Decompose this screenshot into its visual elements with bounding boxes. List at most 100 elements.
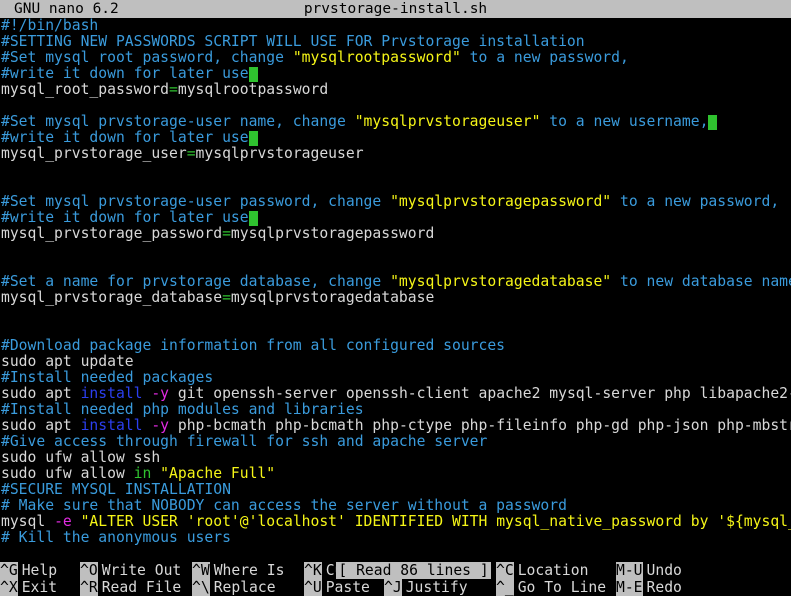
shortcut-help[interactable]: ^G Help bbox=[0, 562, 80, 579]
editor-line[interactable] bbox=[0, 306, 791, 322]
editor-line[interactable]: #SECURE MYSQL INSTALLATION bbox=[0, 482, 791, 498]
code-segment: #Install needed packages bbox=[1, 370, 214, 386]
shortcut-key: ^X bbox=[0, 579, 18, 596]
code-segment: #Install needed php modules and librarie… bbox=[1, 402, 364, 418]
text-cursor bbox=[248, 67, 258, 82]
code-segment: "mysqlprvstoragepassword" bbox=[390, 194, 612, 210]
shortcut-key: ^O bbox=[80, 562, 98, 579]
text-cursor bbox=[248, 131, 258, 146]
editor-line[interactable]: sudo ufw allow ssh bbox=[0, 450, 791, 466]
code-segment: install bbox=[80, 418, 143, 434]
code-segment: "mysqlprvstoragedatabase" bbox=[390, 274, 612, 290]
editor-line[interactable]: sudo apt install -y php-bcmath php-bcmat… bbox=[0, 418, 791, 434]
status-message-row: [ Read 86 lines ] bbox=[0, 546, 791, 579]
shortcut-label: Read File bbox=[101, 579, 182, 596]
editor-line[interactable]: mysql_prvstorage_database=mysqlprvstorag… bbox=[0, 290, 791, 306]
editor-line[interactable]: #Set mysql root password, change "mysqlr… bbox=[0, 50, 791, 66]
code-segment: to a new username, bbox=[540, 114, 709, 130]
editor-line[interactable] bbox=[0, 162, 791, 178]
editor-line[interactable]: #Install needed php modules and librarie… bbox=[0, 402, 791, 418]
editor-line[interactable]: sudo apt update bbox=[0, 354, 791, 370]
editor-line[interactable]: #Set mysql prvstorage-user name, change … bbox=[0, 114, 791, 130]
shortcut-paste[interactable]: ^U Paste bbox=[304, 579, 384, 596]
shortcut-label: Where Is bbox=[213, 562, 285, 579]
code-segment: #Set mysql root password, change bbox=[1, 50, 293, 66]
code-segment: #Give access through firewall for ssh an… bbox=[1, 434, 488, 450]
code-segment: = bbox=[169, 82, 178, 98]
code-segment: #Set mysql prvstorage-user name, change bbox=[1, 114, 355, 130]
shortcut-go-to-line[interactable]: ^_ Go To Line bbox=[496, 579, 616, 596]
shortcut-where-is[interactable]: ^W Where Is bbox=[192, 562, 304, 579]
code-segment: -y bbox=[151, 418, 170, 434]
editor-line[interactable]: # Kill the anonymous users bbox=[0, 530, 791, 546]
editor-line[interactable] bbox=[0, 322, 791, 338]
code-segment: sudo apt update bbox=[1, 354, 134, 370]
editor-line[interactable]: #Set a name for prvstorage database, cha… bbox=[0, 274, 791, 290]
editor-line[interactable]: #Download package information from all c… bbox=[0, 338, 791, 354]
code-segment: to new database name bbox=[611, 274, 791, 290]
shortcut-key: ^U bbox=[304, 579, 322, 596]
code-segment: #write it down for later use bbox=[1, 130, 249, 146]
editor-line[interactable]: mysql_prvstorage_user=mysqlprvstorageuse… bbox=[0, 146, 791, 162]
editor-line[interactable]: #SETTING NEW PASSWORDS SCRIPT WILL USE F… bbox=[0, 34, 791, 50]
editor-line[interactable]: mysql_root_password=mysqlrootpassword bbox=[0, 82, 791, 98]
shortcut-replace[interactable]: ^\ Replace bbox=[192, 579, 304, 596]
shortcut-label: Go To Line bbox=[517, 579, 607, 596]
code-segment: mysql_prvstorage_user bbox=[1, 146, 187, 162]
shortcut-undo[interactable]: M-U Undo bbox=[616, 562, 691, 579]
code-segment: mysqlprvstorageuser bbox=[195, 146, 364, 162]
editor-line[interactable]: #Give access through firewall for ssh an… bbox=[0, 434, 791, 450]
editor-line[interactable]: sudo apt install -y git openssh-server o… bbox=[0, 386, 791, 402]
shortcut-write-out[interactable]: ^O Write Out bbox=[80, 562, 192, 579]
editor-line[interactable]: #Install needed packages bbox=[0, 370, 791, 386]
editor-line[interactable]: sudo ufw allow in "Apache Full" bbox=[0, 466, 791, 482]
editor-line[interactable]: #!/bin/bash bbox=[0, 18, 791, 34]
code-segment: mysql bbox=[1, 514, 55, 530]
title-bar: GNU nano 6.2 prvstorage-install.sh bbox=[0, 0, 791, 18]
code-segment: sudo apt bbox=[1, 418, 81, 434]
editor-line[interactable] bbox=[0, 242, 791, 258]
code-segment: # Make sure that NOBODY can access the s… bbox=[1, 498, 567, 514]
editor-line[interactable]: #Set mysql prvstorage-user password, cha… bbox=[0, 194, 791, 210]
code-segment: sudo ufw allow ssh bbox=[1, 450, 161, 466]
code-segment: "ALTER USER 'root'@'localhost' IDENTIFIE… bbox=[80, 514, 791, 530]
code-segment: to a new password, bbox=[460, 50, 629, 66]
shortcut-label: Paste bbox=[325, 579, 370, 596]
text-cursor bbox=[248, 211, 258, 226]
code-segment: = bbox=[222, 226, 231, 242]
code-segment: mysqlprvstoragedatabase bbox=[230, 290, 435, 306]
code-segment: #!/bin/bash bbox=[1, 18, 99, 34]
editor-line[interactable]: mysql_prvstorage_password=mysqlprvstorag… bbox=[0, 226, 791, 242]
editor-line[interactable] bbox=[0, 98, 791, 114]
shortcut-key: ^\ bbox=[192, 579, 210, 596]
shortcut-label: Location bbox=[517, 562, 589, 579]
editor-line[interactable] bbox=[0, 178, 791, 194]
code-segment: # Kill the anonymous users bbox=[1, 530, 231, 546]
shortcut-redo[interactable]: M-E Redo bbox=[616, 579, 691, 596]
shortcut-exit[interactable]: ^X Exit bbox=[0, 579, 80, 596]
code-segment: -y bbox=[151, 386, 170, 402]
code-segment: #write it down for later use bbox=[1, 66, 249, 82]
shortcut-read-file[interactable]: ^R Read File bbox=[80, 579, 192, 596]
shortcut-label: Exit bbox=[21, 579, 58, 596]
editor-line[interactable]: # Make sure that NOBODY can access the s… bbox=[0, 498, 791, 514]
shortcut-key: M-E bbox=[616, 579, 643, 596]
code-segment: "Apache Full" bbox=[160, 466, 276, 482]
editor-line[interactable]: #write it down for later use bbox=[0, 130, 791, 146]
shortcut-key: M-U bbox=[616, 562, 643, 579]
code-segment: sudo ufw allow bbox=[1, 466, 134, 482]
shortcut-key: ^C bbox=[496, 562, 514, 579]
code-segment: #Download package information from all c… bbox=[1, 338, 506, 354]
editor-line[interactable]: #write it down for later use bbox=[0, 210, 791, 226]
code-segment: "mysqlprvstorageuser" bbox=[354, 114, 541, 130]
editor-line[interactable] bbox=[0, 258, 791, 274]
text-cursor bbox=[708, 115, 718, 130]
editor-line[interactable]: #write it down for later use bbox=[0, 66, 791, 82]
editor-text-area[interactable]: #!/bin/bash #SETTING NEW PASSWORDS SCRIPT… bbox=[0, 18, 791, 546]
editor-line[interactable]: mysql -e "ALTER USER 'root'@'localhost' … bbox=[0, 514, 791, 530]
code-segment: "mysqlrootpassword" bbox=[292, 50, 461, 66]
shortcut-location[interactable]: ^C Location bbox=[496, 562, 616, 579]
shortcut-label: Write Out bbox=[101, 562, 182, 579]
code-segment: mysqlprvstoragepassword bbox=[230, 226, 435, 242]
code-segment: mysql_root_password bbox=[1, 82, 170, 98]
